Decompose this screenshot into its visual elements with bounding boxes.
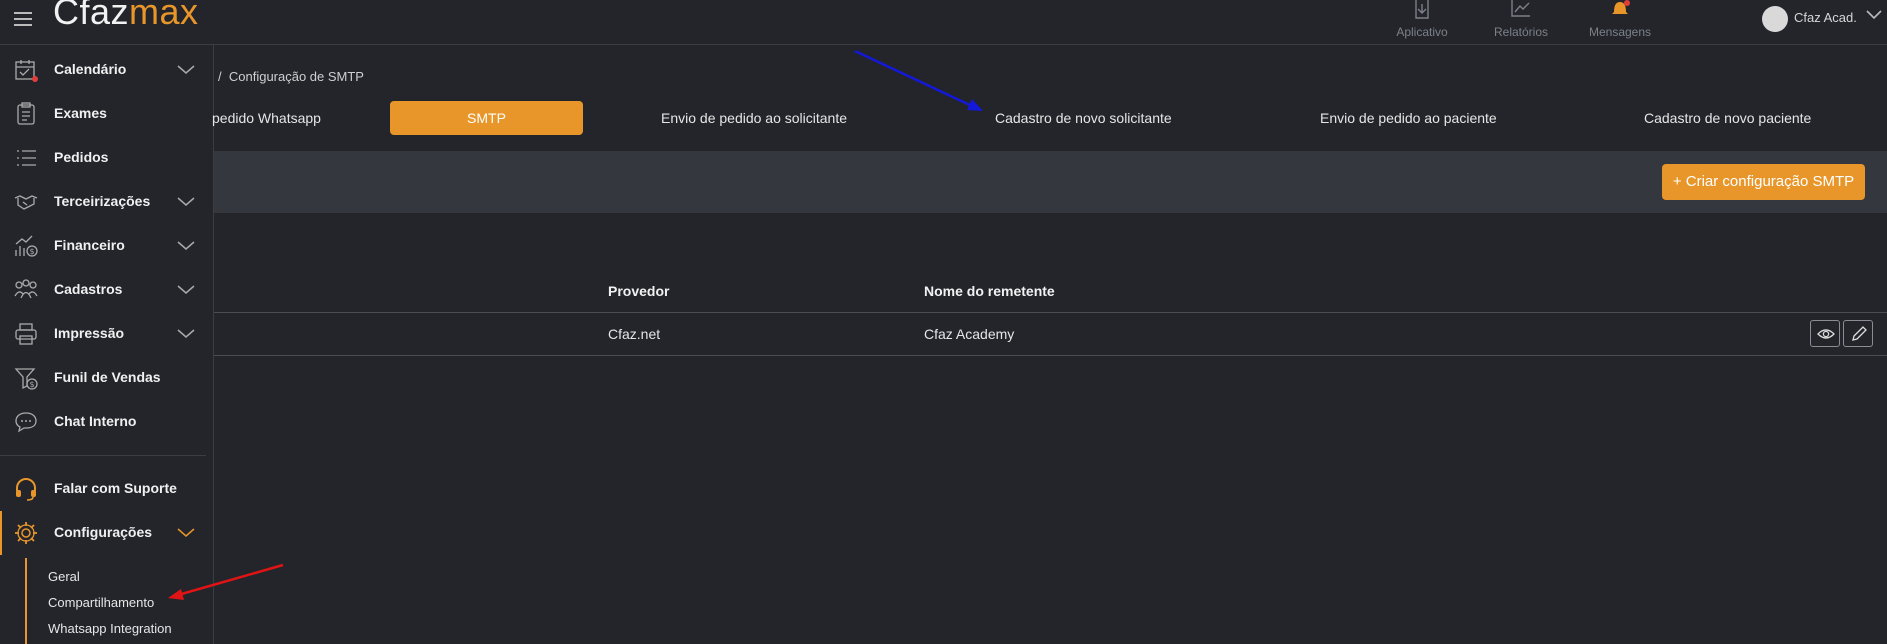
chevron-down-icon	[177, 329, 195, 338]
pencil-icon	[1852, 326, 1867, 341]
chevron-down-icon	[177, 528, 195, 537]
sidebar-item-pedidos[interactable]: Pedidos	[0, 137, 213, 177]
sidebar-item-terceirizacoes[interactable]: Terceirizações	[0, 181, 213, 221]
chevron-down-icon	[1866, 10, 1882, 20]
menu-icon[interactable]	[14, 12, 32, 26]
sidebar-item-calendario[interactable]: Calendário	[0, 49, 213, 89]
submenu-geral[interactable]: Geral	[48, 569, 80, 584]
sidebar-item-suporte[interactable]: Falar com Suporte	[0, 468, 213, 508]
sidebar-item-exames[interactable]: Exames	[0, 93, 213, 133]
submenu-whatsapp-integration[interactable]: Whatsapp Integration	[48, 621, 172, 636]
tab-cadastro-novo-solicitante[interactable]: Cadastro de novo solicitante	[995, 101, 1172, 135]
list-icon	[17, 150, 36, 166]
calendar-icon	[15, 60, 38, 82]
tab-smtp[interactable]: SMTP	[390, 101, 583, 135]
tab-cadastro-novo-paciente[interactable]: Cadastro de novo paciente	[1644, 101, 1811, 135]
printer-icon	[15, 323, 37, 345]
create-smtp-button[interactable]: + Criar configuração SMTP	[1662, 164, 1865, 200]
view-button[interactable]	[1810, 320, 1840, 347]
tab-pedido-whatsapp[interactable]: pedido Whatsapp	[212, 101, 321, 135]
cell-provedor: Cfaz.net	[608, 326, 661, 342]
svg-text:$: $	[30, 247, 35, 256]
sidebar-item-cadastros[interactable]: Cadastros	[0, 269, 213, 309]
clipboard-icon	[17, 102, 35, 125]
sidebar-item-configuracoes[interactable]: Configurações	[0, 512, 213, 552]
handshake-icon	[14, 195, 38, 210]
tab-envio-pedido-solicitante[interactable]: Envio de pedido ao solicitante	[661, 101, 847, 135]
sidebar: Calendário Exames Pedidos Terceirizações…	[0, 45, 214, 644]
breadcrumb: / Configuração de SMTP	[218, 69, 364, 84]
chevron-down-icon	[177, 285, 195, 294]
cell-remetente: Cfaz Academy	[924, 326, 1015, 342]
toolbar	[214, 151, 1887, 213]
submenu-compartilhamento[interactable]: Compartilhamento	[48, 595, 154, 610]
annotation-arrows	[168, 49, 983, 600]
sidebar-item-chat[interactable]: Chat Interno	[0, 401, 213, 441]
logo[interactable]: Cfazmax	[53, 0, 199, 33]
eye-icon	[1817, 329, 1835, 339]
headset-icon	[16, 478, 36, 501]
gear-icon	[15, 522, 37, 544]
finance-icon: $	[15, 235, 38, 257]
user-name: Cfaz Acad.	[1794, 10, 1857, 25]
topnav-aplicativo[interactable]: Aplicativo	[1382, 0, 1462, 44]
sidebar-item-impressao[interactable]: Impressão	[0, 313, 213, 353]
tab-envio-pedido-paciente[interactable]: Envio de pedido ao paciente	[1320, 101, 1497, 135]
topnav-relatorios[interactable]: Relatórios	[1481, 0, 1561, 44]
chart-icon	[1511, 0, 1530, 17]
chevron-down-icon	[177, 241, 195, 250]
funnel-icon: $	[14, 368, 38, 390]
breadcrumb-current: Configuração de SMTP	[228, 69, 364, 84]
avatar	[1762, 6, 1788, 32]
table-row-divider	[214, 355, 1887, 356]
user-menu[interactable]: Cfaz Acad.	[1762, 4, 1882, 32]
chevron-down-icon	[177, 197, 195, 206]
chat-icon	[15, 412, 37, 433]
chevron-down-icon	[177, 65, 195, 74]
top-bar: Cfazmax Aplicativo Relatórios Mensagens …	[0, 0, 1887, 45]
topnav-mensagens[interactable]: Mensagens	[1580, 0, 1660, 44]
bell-icon	[1612, 0, 1630, 14]
app-download-icon	[1415, 0, 1429, 19]
sidebar-item-financeiro[interactable]: $ Financeiro	[0, 225, 213, 265]
edit-button[interactable]	[1843, 320, 1873, 347]
submenu-line	[25, 558, 27, 644]
sidebar-item-funil[interactable]: $ Funil de Vendas	[0, 357, 213, 397]
column-header-remetente: Nome do remetente	[924, 283, 1055, 299]
sidebar-divider	[0, 455, 206, 456]
users-icon	[14, 279, 38, 299]
table-header-divider	[214, 312, 1887, 313]
svg-text:$: $	[30, 380, 35, 389]
column-header-provedor: Provedor	[608, 283, 670, 299]
blue-arrow	[854, 49, 983, 111]
